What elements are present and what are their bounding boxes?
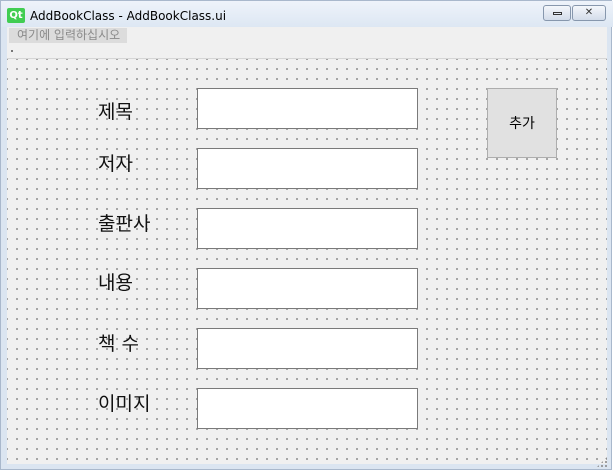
close-icon: ✕ (584, 7, 594, 18)
qt-logo-icon: Qt (7, 8, 25, 23)
label-content: 내용 (98, 272, 133, 294)
image-input[interactable] (197, 388, 418, 429)
window-title: AddBookClass - AddBookClass.ui (30, 9, 227, 23)
content-input[interactable] (197, 268, 418, 309)
add-button[interactable]: 추가 (487, 88, 557, 158)
title-bar[interactable]: Qt AddBookClass - AddBookClass.ui ✕ (1, 1, 613, 27)
title-input[interactable] (197, 88, 418, 129)
toolbar-handle-icon[interactable] (11, 50, 13, 52)
label-publisher: 출판사 (98, 213, 151, 235)
book-count-input[interactable] (197, 328, 418, 369)
label-book-count: 책 수 (98, 333, 139, 355)
label-image: 이미지 (98, 393, 151, 415)
menu-bar: 여기에 입력하십시오 (7, 27, 607, 45)
publisher-input[interactable] (197, 208, 418, 249)
minimize-icon (552, 12, 562, 15)
label-title: 제목 (98, 101, 133, 123)
author-input[interactable] (197, 148, 418, 189)
close-button[interactable]: ✕ (572, 5, 606, 21)
minimize-button[interactable] (543, 5, 571, 21)
menu-placeholder-item[interactable]: 여기에 입력하십시오 (9, 28, 128, 43)
label-author: 저자 (98, 153, 133, 175)
toolbar-strip (7, 45, 607, 59)
